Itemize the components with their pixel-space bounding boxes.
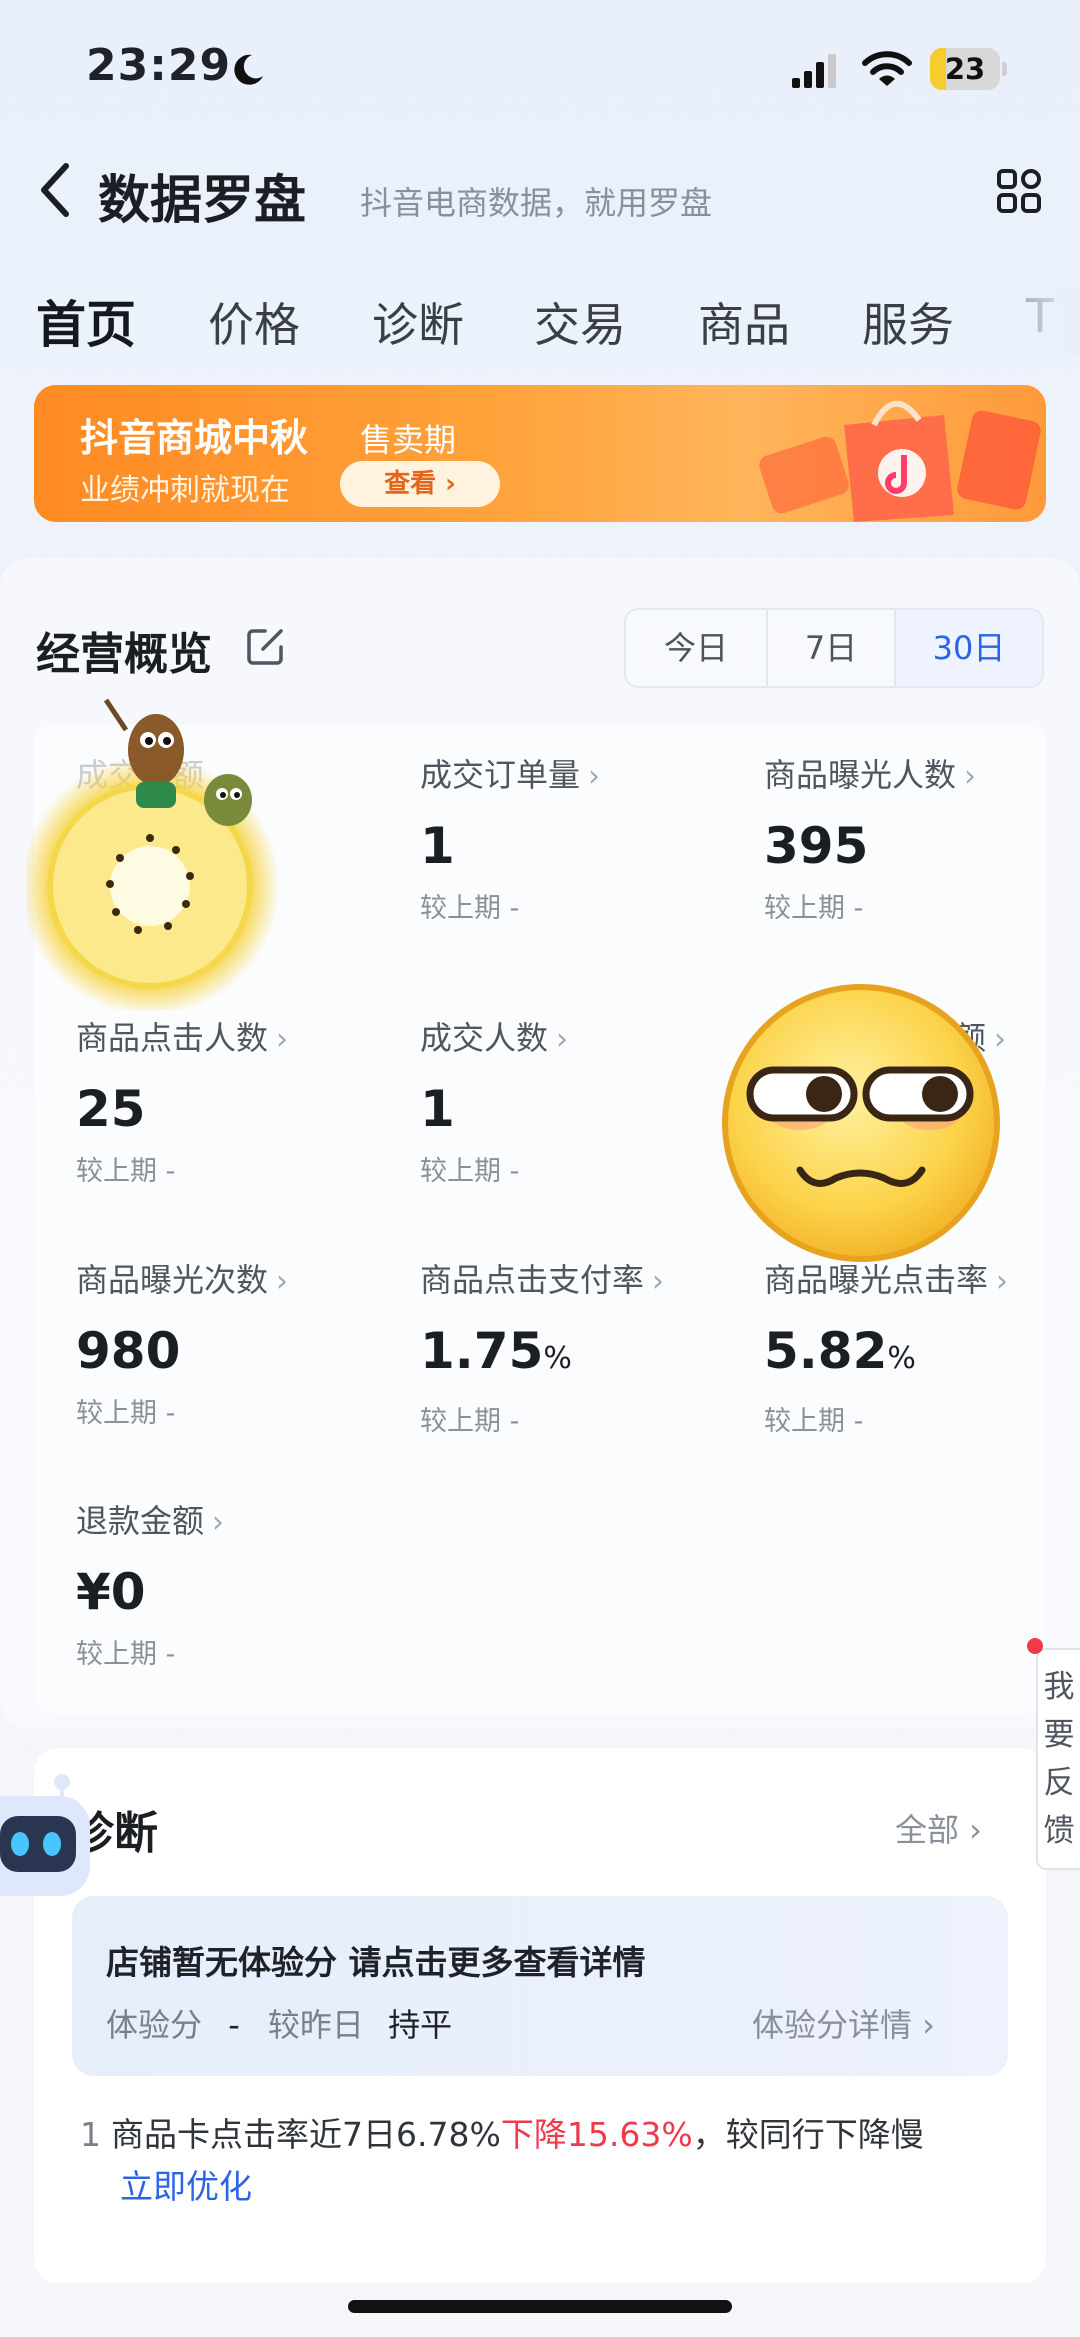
range-7d[interactable]: 7日 [768,610,894,686]
edit-icon[interactable] [245,625,287,667]
experience-score-row: 体验分 - 较昨日 持平 [106,2000,452,2046]
chevron-right-icon: › [996,1264,1009,1299]
home-indicator [348,2300,732,2313]
grid-icon[interactable] [996,168,1042,214]
chevron-right-icon: › [964,759,977,794]
metric-unit: % [543,1341,572,1376]
feedback-char: 我 [1043,1669,1075,1705]
metric-value: 5.82 [764,1322,888,1380]
metric-value: 1 [420,817,455,875]
feedback-tab[interactable]: 我 要 反 馈 [1036,1648,1080,1870]
feedback-char: 要 [1043,1717,1075,1753]
metric-value: 1.75 [420,1322,544,1380]
metric-exposure-count[interactable]: 商品曝光次数 › 980 较上期 - [76,1255,406,1430]
diagnosis-item-tail: ，较同行下降慢 [692,2115,924,2154]
metric-buyers[interactable]: 成交人数 › 1 较上期 - [420,1013,750,1188]
feedback-char: 反 [1043,1765,1075,1801]
vs-label: 较昨日 [267,2006,364,2044]
signal-icon [792,54,836,88]
diagnosis-item: 1 商品卡点击率近7日6.78%下降15.63%，较同行下降慢 [80,2112,1000,2158]
tab-price[interactable]: 价格 [208,289,300,355]
range-30d[interactable]: 30日 [896,610,1042,686]
wifi-icon [862,51,912,86]
chevron-right-icon: › [276,1022,289,1057]
feedback-badge-dot [1027,1638,1043,1654]
tab-diagnosis[interactable]: 诊断 [372,289,464,355]
metric-value: 980 [76,1322,181,1380]
banner-subtitle: 业绩冲刺就现在 [80,473,290,508]
metric-label: 商品曝光次数 [76,1261,269,1299]
metric-compare: 较上期 - [420,893,520,924]
score-label: 体验分 [106,2006,203,2044]
shopping-bag-illustration [759,400,1041,522]
status-bar: 23:29 23 [0,0,1080,130]
tab-service[interactable]: 服务 [862,289,954,355]
overview-title: 经营概览 [36,629,212,680]
metric-click-users[interactable]: 商品点击人数 › 25 较上期 - [76,1013,406,1188]
metric-value: ¥0 [76,1563,146,1621]
experience-score-message: 店铺暂无体验分 请点击更多查看详情 [106,1943,646,1982]
page-subtitle: 抖音电商数据，就用罗盘 [360,184,713,222]
vs-value: 持平 [388,2006,453,2044]
diagnosis-item-index: 1 [80,2115,101,2154]
banner-tag: 售卖期 [360,421,457,459]
optimize-now-link[interactable]: 立即优化 [120,2160,252,2208]
chevron-right-icon: › [652,1264,665,1299]
metric-compare: 较上期 - [76,1639,176,1670]
metric-label: 商品曝光人数 [764,756,957,794]
metric-value: 25 [76,1080,146,1138]
metric-compare: 较上期 - [420,1156,520,1187]
metric-label: 成交订单量 [420,756,581,794]
metric-click-pay-rate[interactable]: 商品点击支付率 › 1.75% 较上期 - [420,1255,750,1438]
metric-exposure-users[interactable]: 商品曝光人数 › 395 较上期 - [764,750,1080,925]
promo-banner[interactable]: 抖音商城中秋 售卖期 业绩冲刺就现在 查看 › [34,385,1046,522]
chevron-right-icon: › [212,1505,225,1540]
time-range-selector: 今日 7日 30日 [624,608,1044,688]
metric-label: 成交人数 [420,1019,549,1057]
diagnosis-item-text: 商品卡点击率近7日6.78% [111,2115,501,2154]
metric-compare: 较上期 - [76,1398,176,1429]
metric-compare: 较上期 - [420,1406,520,1437]
moon-icon [234,54,263,85]
metric-label: 商品曝光点击率 [764,1261,989,1299]
tab-home[interactable]: 首页 [36,285,136,355]
metric-unit: % [887,1341,916,1376]
page-title: 数据罗盘 [98,171,307,231]
metric-compare: 较上期 - [764,1406,864,1437]
metric-exposure-click-rate[interactable]: 商品曝光点击率 › 5.82% 较上期 - [764,1255,1080,1438]
metric-label: 退款金额 [76,1502,205,1540]
robot-assistant-icon[interactable] [0,1770,92,1930]
chevron-right-icon: › [588,759,601,794]
battery-indicator: 23 [930,48,1007,90]
metric-refund-amount[interactable]: 退款金额 › ¥0 较上期 - [76,1496,406,1671]
metric-label: 商品点击支付率 [420,1261,645,1299]
tab-product[interactable]: 商品 [698,289,790,355]
diagnosis-item-drop: 下降15.63% [500,2115,693,2154]
battery-level-text: 23 [944,52,986,86]
metric-label: 商品点击人数 [76,1019,269,1057]
range-today[interactable]: 今日 [626,610,766,686]
banner-view-button[interactable]: 查看 › [340,461,500,507]
smirk-emoji-sticker [722,984,1000,1262]
metric-value: 395 [764,817,869,875]
score-value: - [228,2006,240,2044]
experience-score-box[interactable]: 店铺暂无体验分 请点击更多查看详情 体验分 - 较昨日 持平 体验分详情 › [72,1896,1008,2076]
chevron-left-icon[interactable] [36,160,76,220]
metric-compare: 较上期 - [764,893,864,924]
metric-compare: 较上期 - [76,1156,176,1187]
metric-orders[interactable]: 成交订单量 › 1 较上期 - [420,750,750,925]
chevron-right-icon: › [556,1022,569,1057]
chevron-right-icon: › [276,1264,289,1299]
status-time: 23:29 [86,40,232,91]
diagnosis-all-link[interactable]: 全部 › [895,1805,982,1851]
tab-trade[interactable]: 交易 [534,289,626,355]
kiwi-sticker [26,698,280,1010]
feedback-char: 馈 [1043,1813,1075,1849]
tab-bar: 首页 价格 诊断 交易 商品 服务 T [36,285,1080,355]
metric-value: 1 [420,1080,455,1138]
banner-title: 抖音商城中秋 [80,416,309,460]
experience-score-detail-link[interactable]: 体验分详情 › [752,2000,935,2046]
